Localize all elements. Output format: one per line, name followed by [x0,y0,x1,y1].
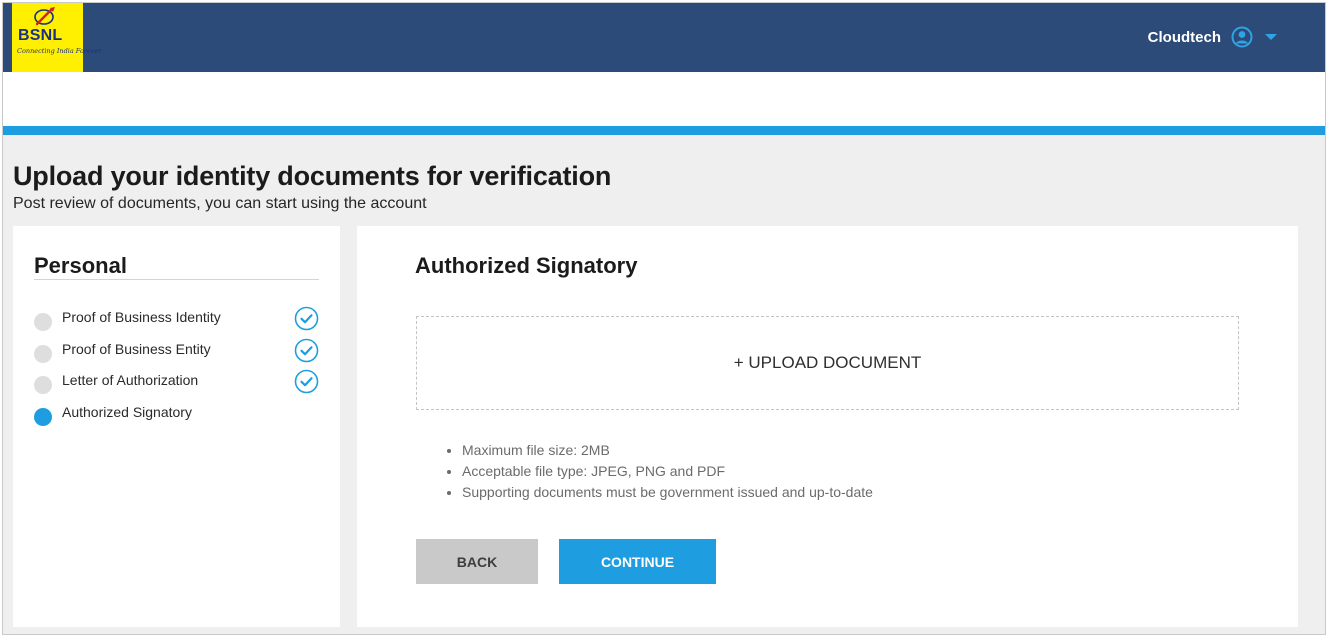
user-circle-icon[interactable] [1231,26,1253,48]
continue-button[interactable]: CONTINUE [559,539,716,584]
page-title: Upload your identity documents for verif… [13,161,612,191]
list-item: Maximum file size: 2MB [462,440,873,461]
sidebar-title: Personal [34,253,127,278]
upload-panel: Authorized Signatory + UPLOAD DOCUMENT M… [357,226,1298,627]
step-label: Authorized Signatory [62,404,192,420]
page-subtitle: Post review of documents, you can start … [13,195,427,212]
bsnl-logo[interactable]: BSNL Connecting India Forever [12,3,101,72]
back-button[interactable]: BACK [416,539,538,584]
check-circle-icon [294,306,319,331]
sidebar-step-authorized-signatory[interactable]: Authorized Signatory [34,401,324,427]
step-label: Proof of Business Identity [62,309,221,325]
step-indicator [34,376,52,394]
bsnl-logo-icon [34,7,55,26]
check-circle-icon [294,369,319,394]
upload-requirements-list: Maximum file size: 2MB Acceptable file t… [462,440,873,503]
check-circle-icon [294,338,319,363]
sidebar-step-letter-of-authorization[interactable]: Letter of Authorization [34,369,324,395]
user-name[interactable]: Cloudtech [1148,29,1221,46]
section-title: Authorized Signatory [415,253,638,278]
upload-document-dropzone[interactable]: + UPLOAD DOCUMENT [416,316,1239,410]
list-item: Supporting documents must be government … [462,482,873,503]
secondary-bar [3,72,1325,126]
step-indicator [34,345,52,363]
step-indicator [34,313,52,331]
logo-brand: BSNL [18,27,63,44]
accent-strip [3,126,1325,135]
step-label: Letter of Authorization [62,372,199,388]
logo-tagline: Connecting India Forever [17,47,102,55]
user-menu[interactable]: Cloudtech [1148,25,1277,49]
sidebar-divider [34,279,319,280]
list-item: Acceptable file type: JPEG, PNG and PDF [462,461,873,482]
upload-document-label[interactable]: + UPLOAD DOCUMENT [734,353,922,373]
sidebar-step-proof-of-business-identity[interactable]: Proof of Business Identity [34,306,324,332]
step-indicator-active [34,408,52,426]
step-label: Proof of Business Entity [62,341,211,357]
sidebar-step-proof-of-business-entity[interactable]: Proof of Business Entity [34,338,324,364]
app-frame: BSNL Connecting India Forever Cloudtech … [2,2,1326,635]
caret-down-icon[interactable] [1265,34,1277,40]
steps-sidebar: Personal Proof of Business Identity Proo… [13,226,340,627]
top-navigation-bar: BSNL Connecting India Forever Cloudtech [3,3,1325,72]
